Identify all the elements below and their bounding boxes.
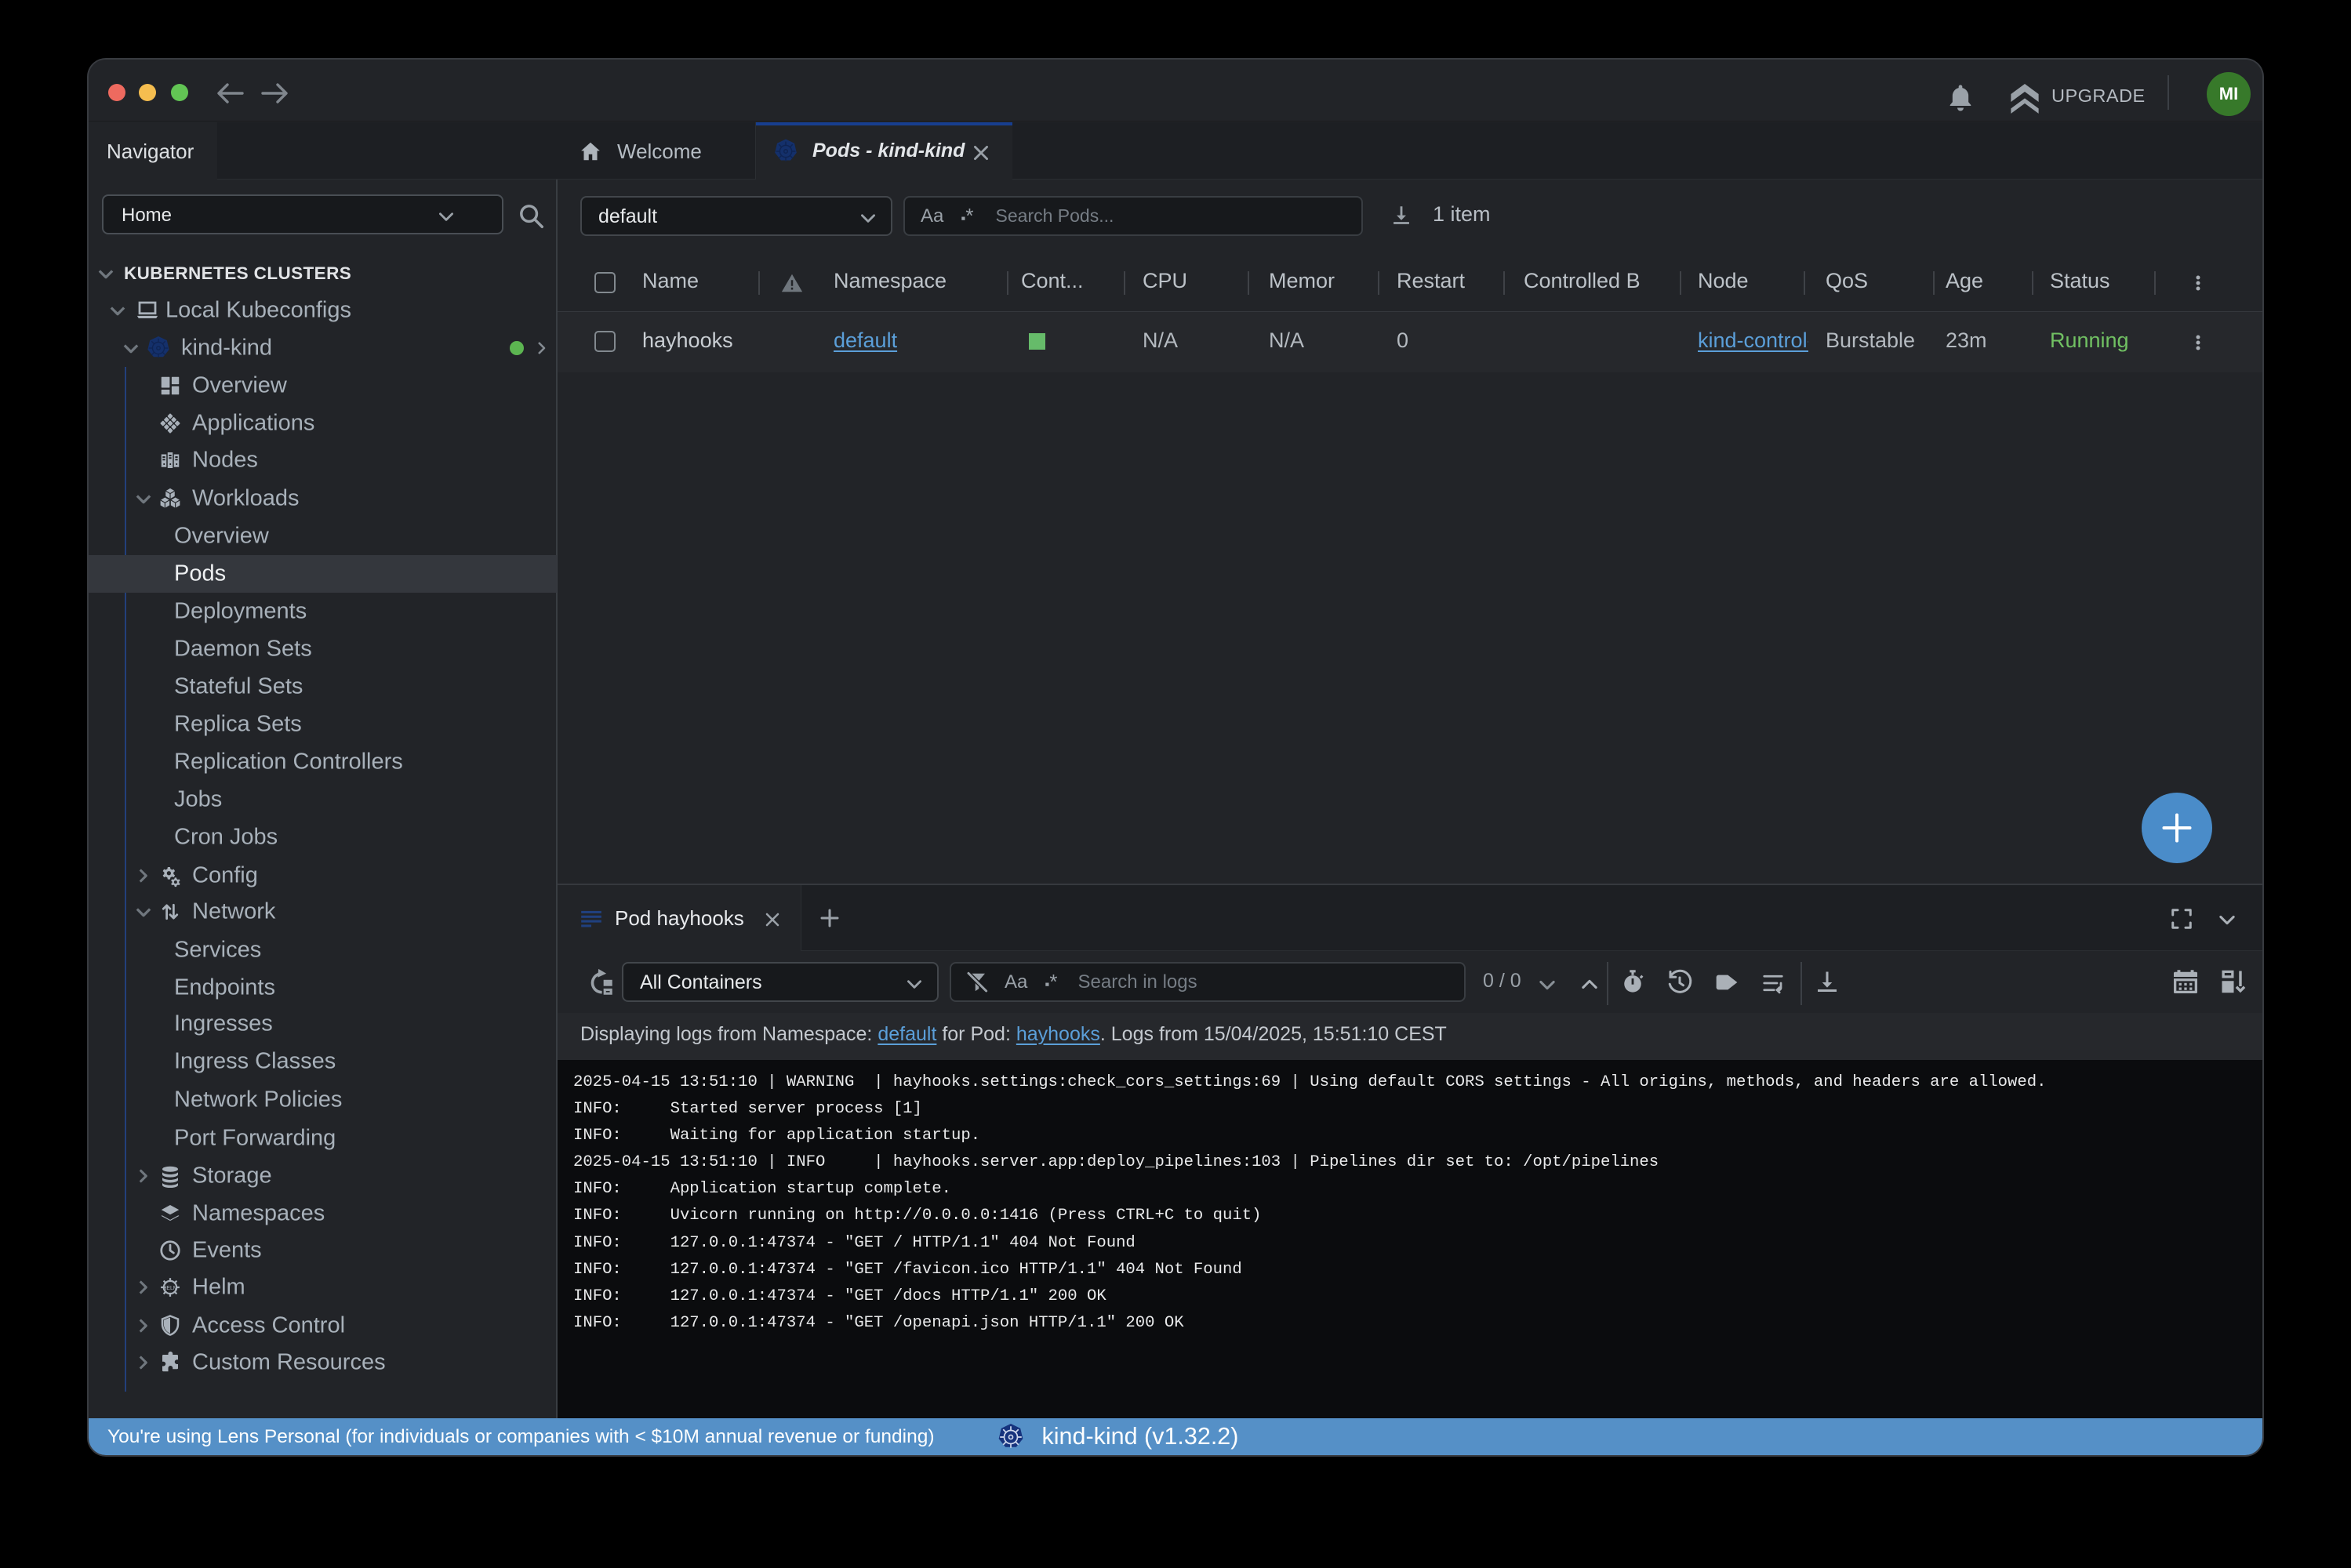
svg-text:HELM: HELM [162,1286,177,1291]
